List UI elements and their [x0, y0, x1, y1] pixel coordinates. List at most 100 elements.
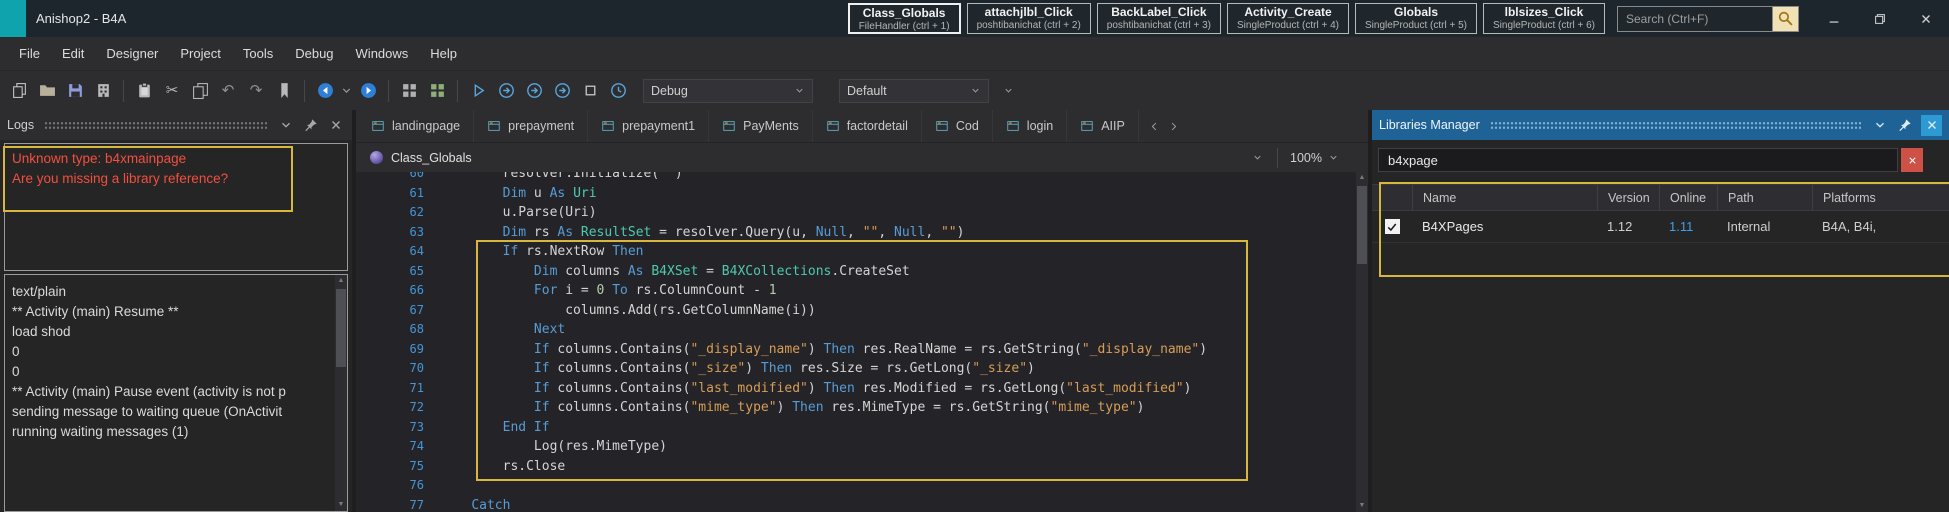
checkbox-checked[interactable]: [1385, 219, 1400, 234]
menu-item-windows[interactable]: Windows: [345, 46, 420, 61]
menu-item-help[interactable]: Help: [419, 46, 468, 61]
designer-scripts-icon[interactable]: [424, 78, 450, 104]
toolbar-separator: [457, 80, 458, 102]
sub-selector[interactable]: Class_Globals: [364, 146, 1269, 170]
logs-scrollbar[interactable]: ▲ ▼: [335, 275, 347, 511]
bookmark-subtitle: SingleProduct (ctrl + 4): [1237, 20, 1339, 32]
menu-item-edit[interactable]: Edit: [51, 46, 95, 61]
separator: [1277, 148, 1278, 168]
paste-icon[interactable]: [131, 78, 157, 104]
bookmark-tab[interactable]: Activity_CreateSingleProduct (ctrl + 4): [1227, 3, 1349, 34]
close-icon[interactable]: [327, 116, 345, 134]
menu-item-file[interactable]: File: [8, 46, 51, 61]
toolbar-overflow-icon[interactable]: [1003, 85, 1014, 96]
editor-tab-payments[interactable]: PayMents: [709, 110, 813, 142]
editor-tab-cod[interactable]: Cod: [922, 110, 993, 142]
menu-item-debug[interactable]: Debug: [284, 46, 344, 61]
zoom-select[interactable]: 100%: [1286, 151, 1360, 165]
code-line: 67 columns.Add(rs.GetColumnName(i)): [356, 301, 1356, 321]
library-row[interactable]: B4XPages1.121.11InternalB4A, B4i,: [1372, 211, 1949, 243]
editor-tab-landingpage[interactable]: landingpage: [358, 110, 474, 142]
designer-icon[interactable]: [396, 78, 422, 104]
bookmark-tab[interactable]: BackLabel_Clickposhtibanichat (ctrl + 3): [1097, 3, 1221, 34]
menu-item-tools[interactable]: Tools: [232, 46, 284, 61]
menu-item-project[interactable]: Project: [169, 46, 231, 61]
chevron-down-icon: [1252, 152, 1263, 163]
modules-icon[interactable]: [90, 78, 116, 104]
form-icon: [1080, 119, 1094, 133]
scroll-up-icon[interactable]: ▲: [335, 276, 347, 286]
bookmark-tab[interactable]: attachjlbl_Clickposhtibanichat (ctrl + 2…: [967, 3, 1091, 34]
editor-tab-aiip[interactable]: AIIP: [1067, 110, 1139, 142]
column-header-path[interactable]: Path: [1717, 185, 1812, 210]
column-header-name[interactable]: Name: [1412, 185, 1597, 210]
column-header-platforms[interactable]: Platforms: [1812, 185, 1949, 210]
line-number: 73: [356, 418, 440, 438]
zoom-value: 100%: [1290, 151, 1322, 165]
open-project-icon[interactable]: [34, 78, 60, 104]
scroll-up-icon[interactable]: ▲: [1356, 173, 1368, 183]
close-button[interactable]: [1903, 0, 1949, 37]
libraries-panel-header: Libraries Manager: [1372, 110, 1949, 140]
step-over-icon[interactable]: [493, 78, 519, 104]
bookmark-tab[interactable]: GlobalsSingleProduct (ctrl + 5): [1355, 3, 1477, 34]
run-icon[interactable]: [465, 78, 491, 104]
scroll-down-icon[interactable]: ▼: [335, 500, 347, 510]
tab-scroll-right-icon[interactable]: [1166, 118, 1182, 134]
editor-tab-label: login: [1027, 119, 1053, 133]
log-error-line: Unknown type: b4xmainpage: [12, 149, 340, 169]
editor-tab-prepayment1[interactable]: prepayment1: [588, 110, 709, 142]
column-header-online[interactable]: Online: [1659, 185, 1717, 210]
code-line: 60 resolver.Initialize(""): [356, 172, 1356, 184]
column-header-version[interactable]: Version: [1597, 185, 1659, 210]
bookmark-tab[interactable]: lblsizes_ClickSingleProduct (ctrl + 6): [1483, 3, 1605, 34]
chevron-down-icon[interactable]: [1871, 116, 1889, 134]
editor-tab-prepayment[interactable]: prepayment: [474, 110, 588, 142]
restore-button[interactable]: [1857, 0, 1903, 37]
profiler-icon[interactable]: [605, 78, 631, 104]
close-icon[interactable]: [1921, 115, 1942, 136]
form-icon: [935, 119, 949, 133]
menu-item-designer[interactable]: Designer: [95, 46, 169, 61]
log-line: 0: [12, 342, 331, 362]
navigate-forward-icon[interactable]: [355, 78, 381, 104]
scrollbar-thumb[interactable]: [1357, 186, 1367, 264]
clear-search-icon[interactable]: [1901, 148, 1923, 172]
pin-icon[interactable]: [302, 116, 320, 134]
editor-tab-factordetail[interactable]: factordetail: [813, 110, 922, 142]
step-into-icon[interactable]: [521, 78, 547, 104]
chevron-down-icon[interactable]: [277, 116, 295, 134]
pin-icon[interactable]: [1896, 116, 1914, 134]
step-out-icon[interactable]: [549, 78, 575, 104]
cut-icon[interactable]: ✂: [159, 78, 185, 104]
code-line: 62 u.Parse(Uri): [356, 203, 1356, 223]
bookmark-icon[interactable]: [271, 78, 297, 104]
scrollbar-thumb[interactable]: [336, 289, 346, 367]
new-file-icon[interactable]: [6, 78, 32, 104]
save-icon[interactable]: [62, 78, 88, 104]
search-input[interactable]: Search (Ctrl+F): [1618, 12, 1772, 26]
form-icon: [722, 119, 736, 133]
layout-variant-select[interactable]: Default: [839, 79, 989, 103]
library-search-input[interactable]: b4xpage: [1378, 148, 1898, 172]
code-line: 76: [356, 476, 1356, 496]
build-configuration-select[interactable]: Debug: [643, 79, 813, 103]
scroll-down-icon[interactable]: ▼: [1356, 501, 1368, 511]
lib-online[interactable]: 1.11: [1659, 219, 1717, 234]
navigate-back-icon[interactable]: [312, 78, 338, 104]
bookmark-tab[interactable]: Class_GlobalsFileHandler (ctrl + 1): [848, 3, 961, 34]
back-history-chevron-icon[interactable]: [340, 78, 353, 104]
stop-icon[interactable]: [577, 78, 603, 104]
search-icon[interactable]: [1772, 7, 1798, 31]
bookmark-title: Activity_Create: [1237, 5, 1339, 20]
line-number: 72: [356, 398, 440, 418]
minimize-button[interactable]: [1811, 0, 1857, 37]
code-editor[interactable]: 60 resolver.Initialize("")61 Dim u As Ur…: [356, 172, 1368, 512]
editor-scrollbar[interactable]: ▲ ▼: [1356, 172, 1368, 512]
undo-icon[interactable]: ↶: [215, 78, 241, 104]
tab-scroll-left-icon[interactable]: [1147, 118, 1163, 134]
editor-tab-label: AIIP: [1101, 119, 1125, 133]
copy-icon[interactable]: [187, 78, 213, 104]
editor-tab-login[interactable]: login: [993, 110, 1067, 142]
redo-icon[interactable]: ↷: [243, 78, 269, 104]
